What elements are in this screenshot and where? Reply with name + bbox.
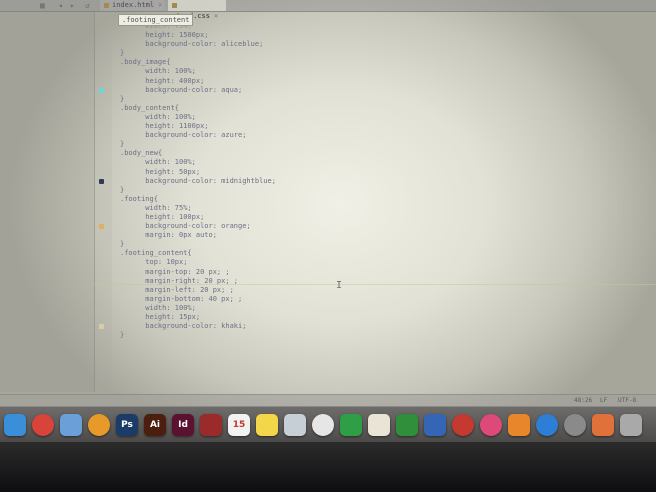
photobooth-icon[interactable] bbox=[200, 414, 222, 436]
code-line[interactable]: background-color: khaki; bbox=[120, 322, 276, 331]
code-line[interactable]: margin-left: 20 px; ; bbox=[120, 286, 276, 295]
code-line[interactable]: margin-bottom: 40 px; ; bbox=[120, 295, 276, 304]
code-line[interactable]: width: 100%; bbox=[120, 158, 276, 167]
cursor-line-highlight bbox=[94, 284, 656, 285]
code-line[interactable]: } bbox=[120, 49, 276, 58]
code-line[interactable]: height: 400px; bbox=[120, 77, 276, 86]
code-line[interactable]: } bbox=[120, 331, 276, 340]
tab-stand-css[interactable]: stand.css× bbox=[168, 0, 226, 20]
breadcrumb-selector[interactable]: .footing_content bbox=[118, 14, 194, 26]
code-line[interactable]: .body_image{ bbox=[120, 58, 276, 67]
code-line[interactable]: .body_new{ bbox=[120, 149, 276, 158]
code-line[interactable]: background-color: aqua; bbox=[120, 86, 276, 95]
code-line[interactable]: background-color: azure; bbox=[120, 131, 276, 140]
code-line[interactable]: background-color: aliceblue; bbox=[120, 40, 276, 49]
code-editor[interactable]: width: 75%; height: 1500px; background-c… bbox=[120, 22, 276, 340]
mail-icon[interactable] bbox=[60, 414, 82, 436]
photos-icon[interactable] bbox=[312, 414, 334, 436]
code-line[interactable]: } bbox=[120, 240, 276, 249]
forward-icon[interactable]: ▸ bbox=[70, 1, 75, 10]
textedit-icon[interactable] bbox=[368, 414, 390, 436]
code-line[interactable]: height: 15px; bbox=[120, 313, 276, 322]
code-line[interactable]: } bbox=[120, 95, 276, 104]
sublime-icon[interactable] bbox=[592, 414, 614, 436]
close-icon[interactable]: × bbox=[214, 12, 218, 20]
messages-icon[interactable] bbox=[452, 414, 474, 436]
wifi-icon[interactable] bbox=[88, 414, 110, 436]
code-line[interactable]: .footing{ bbox=[120, 195, 276, 204]
code-line[interactable]: } bbox=[120, 140, 276, 149]
code-line[interactable]: background-color: midnightblue; bbox=[120, 177, 276, 186]
html-file-icon bbox=[104, 2, 109, 8]
code-line[interactable]: height: 50px; bbox=[120, 168, 276, 177]
photoshop-icon[interactable]: Ps bbox=[116, 414, 138, 436]
code-line[interactable]: width: 75%; bbox=[120, 204, 276, 213]
code-line[interactable]: width: 100%; bbox=[120, 67, 276, 76]
calendar-icon[interactable]: 15 bbox=[228, 414, 250, 436]
code-line[interactable]: } bbox=[120, 186, 276, 195]
layout-icon[interactable]: ▦ bbox=[40, 1, 45, 10]
color-swatch-marker bbox=[99, 324, 104, 330]
system-preferences-icon[interactable] bbox=[564, 414, 586, 436]
color-swatch-marker bbox=[99, 224, 104, 230]
tab-index-html[interactable]: index.html × bbox=[100, 0, 164, 11]
color-swatch-marker bbox=[99, 87, 104, 93]
code-line[interactable]: height: 1100px; bbox=[120, 122, 276, 131]
itunes-icon[interactable] bbox=[480, 414, 502, 436]
close-icon[interactable]: × bbox=[158, 1, 162, 9]
code-line[interactable]: margin-top: 20 px; ; bbox=[120, 268, 276, 277]
notes-icon[interactable] bbox=[256, 414, 278, 436]
code-line[interactable]: .body_content{ bbox=[120, 104, 276, 113]
preview-icon[interactable] bbox=[284, 414, 306, 436]
text-cursor-icon: I bbox=[336, 280, 343, 291]
ibooks-icon[interactable] bbox=[508, 414, 530, 436]
finder-icon[interactable] bbox=[4, 414, 26, 436]
numbers-icon[interactable] bbox=[396, 414, 418, 436]
code-line[interactable]: top: 10px; bbox=[120, 258, 276, 267]
code-line[interactable]: height: 1500px; bbox=[120, 31, 276, 40]
laptop-bezel bbox=[0, 442, 656, 492]
code-line[interactable]: width: 100%; bbox=[120, 304, 276, 313]
illustrator-icon[interactable]: Ai bbox=[144, 414, 166, 436]
screen: ▦ ◂ ▸ ↺ index.html× stand.css× width: 75… bbox=[0, 0, 656, 410]
back-icon[interactable]: ◂ bbox=[58, 1, 63, 10]
indesign-icon[interactable]: Id bbox=[172, 414, 194, 436]
code-line[interactable]: margin: 0px auto; bbox=[120, 231, 276, 240]
code-line[interactable]: .footing_content{ bbox=[120, 249, 276, 258]
facetime-icon[interactable] bbox=[340, 414, 362, 436]
code-line[interactable]: height: 100px; bbox=[120, 213, 276, 222]
code-line[interactable]: width: 100%; bbox=[120, 113, 276, 122]
chrome-icon[interactable] bbox=[32, 414, 54, 436]
appstore-icon[interactable] bbox=[536, 414, 558, 436]
line-gutter bbox=[94, 12, 112, 392]
tab-bar: ▦ ◂ ▸ ↺ index.html× stand.css× bbox=[0, 0, 656, 20]
project-pane bbox=[0, 12, 95, 392]
dock: Ps Ai Id 15 bbox=[0, 406, 656, 443]
keynote-icon[interactable] bbox=[424, 414, 446, 436]
recent-files-icon[interactable]: ↺ bbox=[85, 1, 90, 10]
css-file-icon bbox=[172, 2, 177, 8]
tab-label: index.html bbox=[112, 1, 155, 9]
code-line[interactable]: background-color: orange; bbox=[120, 222, 276, 231]
trash-icon[interactable] bbox=[620, 414, 642, 436]
color-swatch-marker bbox=[99, 178, 104, 184]
